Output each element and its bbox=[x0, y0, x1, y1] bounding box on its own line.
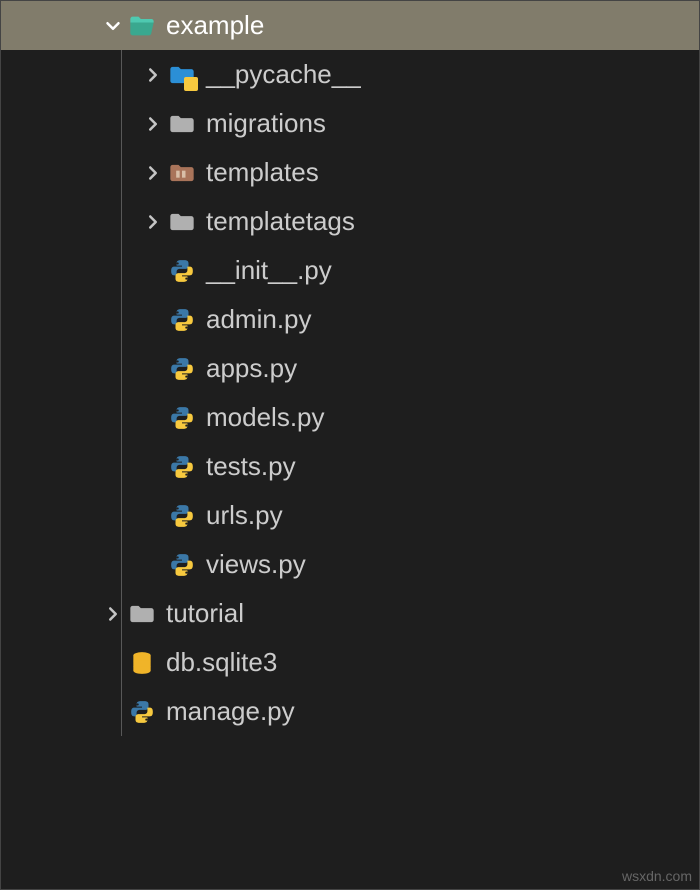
file-label: urls.py bbox=[206, 500, 699, 531]
watermark-text: wsxdn.com bbox=[622, 868, 692, 884]
folder-row-migrations[interactable]: migrations bbox=[1, 99, 699, 148]
file-label: manage.py bbox=[166, 696, 699, 727]
file-label: admin.py bbox=[206, 304, 699, 335]
folder-open-icon bbox=[128, 12, 156, 40]
file-row-db[interactable]: · db.sqlite3 bbox=[1, 638, 699, 687]
folder-templates-icon bbox=[168, 159, 196, 187]
file-row-init[interactable]: · __init__.py bbox=[1, 246, 699, 295]
folder-label: templatetags bbox=[206, 206, 699, 237]
file-label: __init__.py bbox=[206, 255, 699, 286]
folder-label: templates bbox=[206, 157, 699, 188]
folder-row-tutorial[interactable]: tutorial bbox=[1, 589, 699, 638]
python-file-icon bbox=[168, 502, 196, 530]
chevron-right-icon[interactable] bbox=[138, 162, 168, 184]
folder-label: migrations bbox=[206, 108, 699, 139]
file-row-urls[interactable]: · urls.py bbox=[1, 491, 699, 540]
python-file-icon bbox=[168, 551, 196, 579]
chevron-right-icon[interactable] bbox=[138, 113, 168, 135]
python-file-icon bbox=[168, 306, 196, 334]
chevron-right-icon[interactable] bbox=[98, 603, 128, 625]
file-row-admin[interactable]: · admin.py bbox=[1, 295, 699, 344]
folder-row-templatetags[interactable]: templatetags bbox=[1, 197, 699, 246]
file-label: views.py bbox=[206, 549, 699, 580]
folder-label: example bbox=[166, 10, 699, 41]
folder-icon bbox=[128, 600, 156, 628]
file-label: apps.py bbox=[206, 353, 699, 384]
chevron-down-icon[interactable] bbox=[98, 15, 128, 37]
python-file-icon bbox=[168, 453, 196, 481]
folder-row-templates[interactable]: templates bbox=[1, 148, 699, 197]
file-label: tests.py bbox=[206, 451, 699, 482]
folder-icon bbox=[168, 208, 196, 236]
chevron-right-icon[interactable] bbox=[138, 211, 168, 233]
python-file-icon bbox=[128, 698, 156, 726]
chevron-right-icon[interactable] bbox=[138, 64, 168, 86]
file-row-models[interactable]: · models.py bbox=[1, 393, 699, 442]
file-row-manage[interactable]: · manage.py bbox=[1, 687, 699, 736]
python-file-icon bbox=[168, 404, 196, 432]
folder-label: __pycache__ bbox=[206, 59, 699, 90]
file-explorer-tree: example __pycache__ migrations templates bbox=[1, 1, 699, 736]
python-file-icon bbox=[168, 257, 196, 285]
file-label: db.sqlite3 bbox=[166, 647, 699, 678]
folder-label: tutorial bbox=[166, 598, 699, 629]
file-row-tests[interactable]: · tests.py bbox=[1, 442, 699, 491]
file-row-apps[interactable]: · apps.py bbox=[1, 344, 699, 393]
folder-python-icon bbox=[168, 61, 196, 89]
file-label: models.py bbox=[206, 402, 699, 433]
file-row-views[interactable]: · views.py bbox=[1, 540, 699, 589]
folder-row-example[interactable]: example bbox=[1, 1, 699, 50]
python-file-icon bbox=[168, 355, 196, 383]
folder-row-pycache[interactable]: __pycache__ bbox=[1, 50, 699, 99]
folder-icon bbox=[168, 110, 196, 138]
database-file-icon bbox=[128, 649, 156, 677]
